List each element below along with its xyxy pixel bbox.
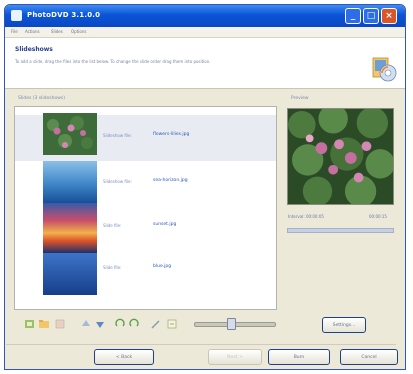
close-button[interactable]: × (381, 8, 397, 24)
app-icon (11, 10, 22, 21)
menu-bar: File Actions Slides Options (5, 27, 405, 38)
maximize-button[interactable]: □ (363, 8, 379, 24)
menu-options[interactable]: Options (71, 29, 86, 34)
preview-progress-bar[interactable] (287, 228, 394, 233)
slide-2-label: Slideshow file: (103, 179, 132, 184)
slide-3-filename[interactable]: sunset.jpg (153, 222, 176, 227)
minimize-button[interactable]: _ (345, 8, 361, 24)
settings-button[interactable]: Settings... (322, 317, 366, 333)
preview-duration: 00:00:15 (369, 214, 387, 219)
add-slide-icon[interactable] (24, 318, 36, 330)
edit-icon[interactable] (150, 318, 162, 330)
slide-thumbnail-sea[interactable] (43, 161, 97, 203)
slides-group-label: Slides (3 slideshows) (18, 96, 66, 101)
wizard-header: Slideshows To add a slide, drag the file… (5, 38, 405, 89)
menu-file[interactable]: File (11, 29, 18, 34)
remove-icon[interactable] (54, 318, 66, 330)
slide-2-filename[interactable]: sea-horizon.jpg (153, 178, 188, 183)
rotate-right-icon[interactable] (128, 318, 140, 330)
move-down-icon[interactable] (94, 318, 106, 330)
back-button[interactable]: < Back (94, 349, 154, 365)
slide-1-label: Slideshow file: (103, 133, 132, 138)
slide-1-filename[interactable]: flowers-lilies.jpg (153, 132, 189, 137)
slides-list[interactable]: Slideshow file: flowers-lilies.jpg Slide… (14, 106, 277, 310)
slide-4-label: Slide file: (103, 265, 122, 270)
slide-thumbnail-sunset[interactable] (43, 203, 97, 253)
effects-icon[interactable] (166, 318, 178, 330)
slide-thumbnail-blue[interactable] (43, 253, 97, 295)
move-up-icon[interactable] (80, 318, 92, 330)
burn-button[interactable]: Burn (268, 349, 330, 365)
window-title: PhotoDVD 3.1.0.0 (27, 11, 101, 19)
add-folder-icon[interactable] (38, 318, 50, 330)
next-button[interactable]: Next > (208, 349, 262, 365)
cancel-button[interactable]: Cancel (340, 349, 398, 365)
preview-image (287, 108, 394, 205)
preview-interval: Interval: 00:00:05 (288, 214, 324, 219)
slide-3-label: Slide file: (103, 223, 122, 228)
page-title: Slideshows (15, 46, 53, 53)
preview-label: Preview (291, 96, 309, 101)
slide-4-filename[interactable]: blue.jpg (153, 264, 171, 269)
menu-slides[interactable]: Slides (51, 29, 63, 34)
title-bar[interactable]: PhotoDVD 3.1.0.0 _ □ × (5, 5, 405, 27)
footer-separator (6, 344, 396, 345)
menu-actions[interactable]: Actions (25, 29, 40, 34)
rotate-left-icon[interactable] (114, 318, 126, 330)
page-description: To add a slide, drag the files into the … (15, 59, 211, 64)
zoom-slider-thumb[interactable] (227, 318, 236, 330)
slide-thumbnail-flowers[interactable] (43, 113, 97, 155)
dvd-photo-icon (372, 57, 397, 82)
